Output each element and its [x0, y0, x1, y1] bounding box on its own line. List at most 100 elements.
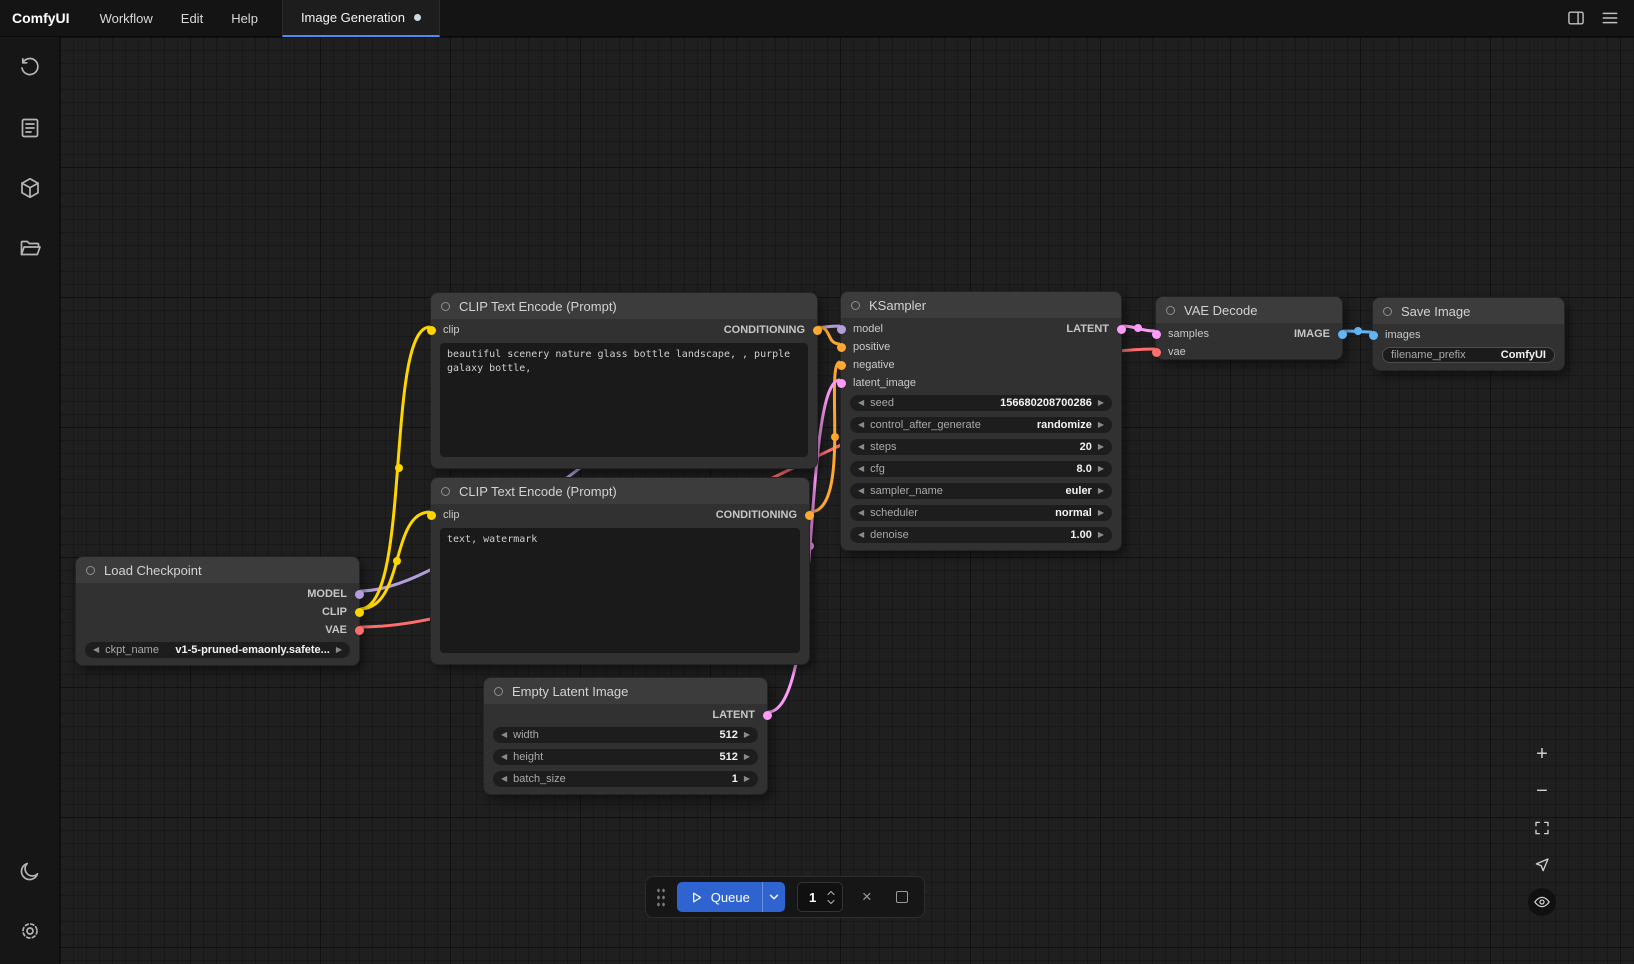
latent-output-port[interactable] [1117, 325, 1126, 334]
node-save-image[interactable]: Save Image images filename_prefix ComfyU… [1372, 297, 1565, 371]
clear-queue-button[interactable]: × [855, 885, 878, 909]
next-value-icon[interactable]: ▶ [1098, 443, 1104, 451]
node-ksampler[interactable]: KSampler model LATENT positive negative … [840, 291, 1122, 551]
clip-output-port[interactable] [355, 608, 364, 617]
prev-value-icon[interactable]: ◀ [501, 753, 507, 761]
conditioning-output-port[interactable] [813, 326, 822, 335]
samples-input-port[interactable] [1152, 330, 1161, 339]
fit-view-button[interactable] [1528, 814, 1556, 842]
node-titlebar[interactable]: Save Image [1373, 298, 1564, 324]
next-value-icon[interactable]: ▶ [744, 753, 750, 761]
widget-filename-prefix[interactable]: filename_prefix ComfyUI [1382, 347, 1555, 363]
settings-button[interactable] [15, 916, 45, 946]
model-input-port[interactable] [837, 325, 846, 334]
menu-edit[interactable]: Edit [167, 0, 217, 36]
menu-workflow[interactable]: Workflow [86, 0, 167, 36]
sidebar-item-queue-history[interactable] [15, 53, 45, 83]
node-load-checkpoint[interactable]: Load Checkpoint MODEL CLIP VAE ◀ ckpt_na… [75, 556, 360, 666]
menu-help[interactable]: Help [217, 0, 272, 36]
next-value-icon[interactable]: ▶ [1098, 509, 1104, 517]
next-value-icon[interactable]: ▶ [744, 731, 750, 739]
next-value-icon[interactable]: ▶ [744, 775, 750, 783]
clip-input-port[interactable] [427, 511, 436, 520]
widget-ckpt-name[interactable]: ◀ ckpt_name v1-5-pruned-emaonly.safete..… [85, 642, 350, 658]
widget-control-after-generate[interactable]: ◀ control_after_generate randomize ▶ [850, 417, 1112, 433]
latent-image-input-port[interactable] [837, 379, 846, 388]
node-titlebar[interactable]: KSampler [841, 292, 1121, 318]
widget-scheduler[interactable]: ◀ scheduler normal ▶ [850, 505, 1112, 521]
prev-value-icon[interactable]: ◀ [858, 487, 864, 495]
node-titlebar[interactable]: VAE Decode [1156, 297, 1342, 323]
images-input-port[interactable] [1369, 331, 1378, 340]
toggle-link-visibility-button[interactable] [1528, 888, 1556, 916]
prev-value-icon[interactable]: ◀ [858, 531, 864, 539]
node-clip-text-encode-positive[interactable]: CLIP Text Encode (Prompt) clip CONDITION… [430, 292, 818, 469]
queue-options-chevron[interactable] [762, 882, 785, 912]
stop-button[interactable] [891, 885, 914, 909]
widget-denoise[interactable]: ◀ denoise 1.00 ▶ [850, 527, 1112, 543]
positive-input-port[interactable] [837, 343, 846, 352]
select-mode-button[interactable] [1528, 851, 1556, 879]
collapse-dot-icon[interactable] [441, 302, 450, 311]
vae-input-port[interactable] [1152, 348, 1161, 357]
widget-cfg[interactable]: ◀ cfg 8.0 ▶ [850, 461, 1112, 477]
node-vae-decode[interactable]: VAE Decode samples IMAGE vae [1155, 296, 1343, 360]
widget-batch-size[interactable]: ◀ batch_size 1 ▶ [493, 771, 758, 787]
positive-prompt-textarea[interactable]: beautiful scenery nature glass bottle la… [440, 343, 808, 457]
sidebar-item-model-library[interactable] [15, 173, 45, 203]
prev-value-icon[interactable]: ◀ [858, 509, 864, 517]
prev-value-icon[interactable]: ◀ [501, 775, 507, 783]
sidebar-item-logs[interactable] [15, 113, 45, 143]
model-output-port[interactable] [355, 590, 364, 599]
prev-value-icon[interactable]: ◀ [858, 443, 864, 451]
latent-output-port[interactable] [763, 711, 772, 720]
next-value-icon[interactable]: ▶ [336, 646, 342, 654]
widget-seed[interactable]: ◀ seed 156680208700286 ▶ [850, 395, 1112, 411]
queue-button-main[interactable]: Queue [677, 882, 762, 912]
node-graph-canvas[interactable]: Load Checkpoint MODEL CLIP VAE ◀ ckpt_na… [60, 37, 1634, 964]
clip-input-port[interactable] [427, 326, 436, 335]
prev-value-icon[interactable]: ◀ [858, 465, 864, 473]
toggle-panel-button[interactable] [1562, 4, 1590, 32]
node-titlebar[interactable]: CLIP Text Encode (Prompt) [431, 293, 817, 319]
next-value-icon[interactable]: ▶ [1098, 487, 1104, 495]
prev-value-icon[interactable]: ◀ [858, 421, 864, 429]
widget-width[interactable]: ◀ width 512 ▶ [493, 727, 758, 743]
collapse-dot-icon[interactable] [441, 487, 450, 496]
main-menu-button[interactable] [1596, 4, 1624, 32]
decrement-button[interactable] [826, 899, 836, 905]
node-titlebar[interactable]: Load Checkpoint [76, 557, 359, 583]
prev-value-icon[interactable]: ◀ [858, 399, 864, 407]
widget-sampler-name[interactable]: ◀ sampler_name euler ▶ [850, 483, 1112, 499]
prev-value-icon[interactable]: ◀ [93, 646, 99, 654]
collapse-dot-icon[interactable] [1383, 307, 1392, 316]
collapse-dot-icon[interactable] [494, 687, 503, 696]
negative-prompt-textarea[interactable]: text, watermark [440, 528, 800, 653]
workflow-tab[interactable]: Image Generation [282, 0, 440, 37]
queue-button[interactable]: Queue [677, 882, 785, 912]
image-output-port[interactable] [1338, 330, 1347, 339]
next-value-icon[interactable]: ▶ [1098, 531, 1104, 539]
prev-value-icon[interactable]: ◀ [501, 731, 507, 739]
zoom-out-button[interactable]: − [1528, 777, 1556, 805]
zoom-in-button[interactable]: + [1528, 740, 1556, 768]
widget-height[interactable]: ◀ height 512 ▶ [493, 749, 758, 765]
theme-toggle-button[interactable] [15, 856, 45, 886]
sidebar-item-workflows[interactable] [15, 233, 45, 263]
node-empty-latent-image[interactable]: Empty Latent Image LATENT ◀ width 512 ▶ … [483, 677, 768, 795]
increment-button[interactable] [826, 890, 836, 896]
node-titlebar[interactable]: Empty Latent Image [484, 678, 767, 704]
next-value-icon[interactable]: ▶ [1098, 465, 1104, 473]
node-clip-text-encode-negative[interactable]: CLIP Text Encode (Prompt) clip CONDITION… [430, 477, 810, 665]
vae-output-port[interactable] [355, 626, 364, 635]
node-titlebar[interactable]: CLIP Text Encode (Prompt) [431, 478, 809, 504]
negative-input-port[interactable] [837, 361, 846, 370]
collapse-dot-icon[interactable] [1166, 306, 1175, 315]
next-value-icon[interactable]: ▶ [1098, 399, 1104, 407]
batch-count-spinner[interactable]: 1 [797, 882, 843, 912]
next-value-icon[interactable]: ▶ [1098, 421, 1104, 429]
widget-steps[interactable]: ◀ steps 20 ▶ [850, 439, 1112, 455]
collapse-dot-icon[interactable] [86, 566, 95, 575]
conditioning-output-port[interactable] [805, 511, 814, 520]
drag-handle-icon[interactable] [656, 887, 665, 908]
